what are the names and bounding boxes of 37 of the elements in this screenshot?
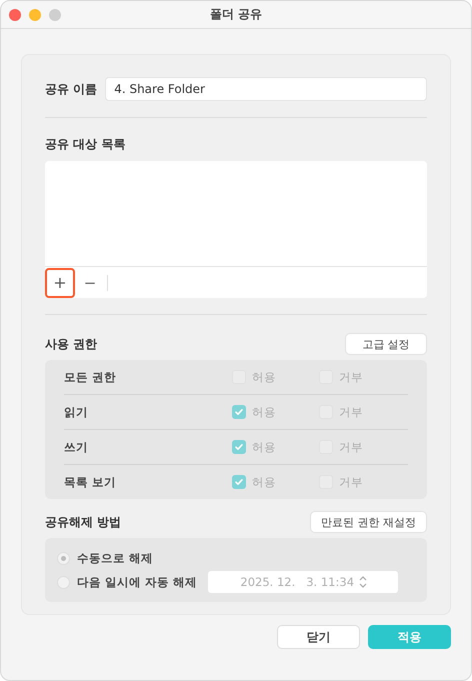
radio-label: 수동으로 해제 [77,550,154,566]
section-title: 사용 권한 [45,336,98,352]
minimize-button[interactable] [29,8,41,20]
checkbox-label: 거부 [339,370,363,384]
checkbox[interactable] [232,475,246,489]
close-dialog-button[interactable]: 닫기 [277,625,360,649]
checkbox-label: 거부 [339,474,363,490]
checkbox-label: 허용 [252,440,276,454]
radio-button[interactable] [57,552,70,564]
checkmark-icon [234,477,244,487]
checkbox-label: 허용 [252,474,276,490]
share-name-field[interactable]: 4. Share Folder [105,77,427,101]
add-button[interactable]: + [45,268,75,298]
checkbox-label: 거부 [339,440,363,454]
permission-name: 쓰기 [64,440,89,454]
reset-expired-button[interactable]: 만료된 권한 재설정 [310,511,427,533]
zoom-button[interactable] [49,8,61,20]
checkbox[interactable] [232,440,246,454]
checkmark-icon [234,442,244,452]
share-name-label: 공유 이름 [45,80,98,98]
close-button[interactable] [9,8,21,20]
checkbox-label: 거부 [339,404,363,420]
permission-name: 모든 권한 [64,370,118,384]
advanced-settings-button[interactable]: 고급 설정 [345,333,427,355]
section-title: 공유 대상 목록 [45,136,126,153]
datetime-value: 2025. 12. 3. 11:34 [240,575,354,589]
stepper-icon[interactable] [358,574,368,590]
share-target-list[interactable]: + − [45,161,427,298]
window-title: 폴더 공유 [210,6,262,23]
checkbox[interactable] [232,405,246,419]
section-title: 공유해제 방법 [45,514,122,530]
checkbox-label: 허용 [252,370,276,384]
checkmark-icon [234,407,244,417]
checkbox-label: 허용 [252,404,276,420]
permission-name: 읽기 [64,404,89,420]
radio-label: 다음 일시에 자동 해제 [77,574,198,590]
permission-name: 목록 보기 [64,474,118,490]
